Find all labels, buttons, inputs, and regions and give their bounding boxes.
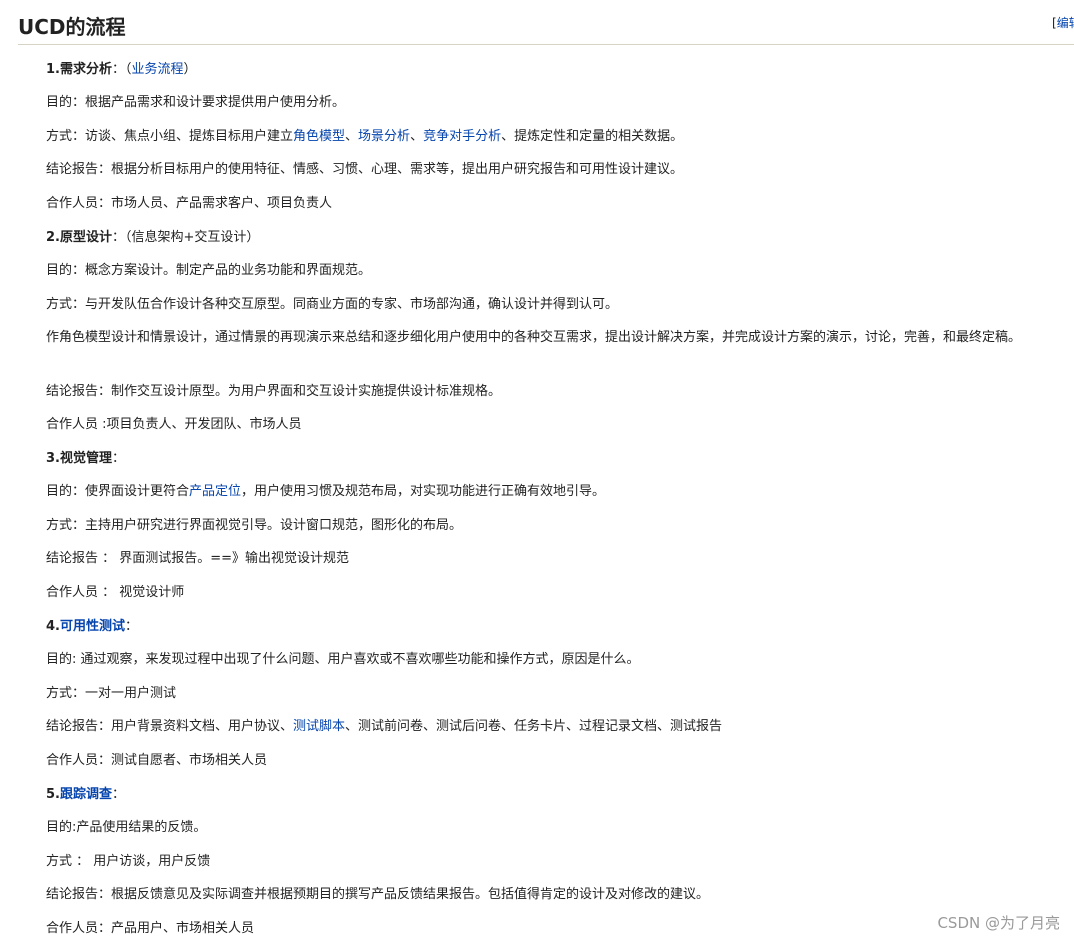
- section-5-report: 结论报告：根据反馈意见及实际调查并根据预期目的撰写产品反馈结果报告。包括值得肯定…: [46, 887, 710, 902]
- section-4-report: 结论报告：用户背景资料文档、用户协议、测试脚本、测试前问卷、测试后问卷、任务卡片…: [46, 719, 723, 734]
- section-1-method: 方式：访谈、焦点小组、提炼目标用户建立角色模型、场景分析、竞争对手分析、提炼定性…: [46, 129, 684, 144]
- section-1-report: 结论报告：根据分析目标用户的使用特征、情感、习惯、心理、需求等，提出用户研究报告…: [46, 162, 684, 177]
- section-4-people: 合作人员：测试自愿者、市场相关人员: [46, 753, 268, 768]
- page-title: UCD的流程: [18, 15, 126, 39]
- competitor-analysis-link[interactable]: 竞争对手分析: [423, 129, 501, 144]
- usability-testing-link[interactable]: 可用性测试: [60, 619, 125, 634]
- section-2-report: 结论报告：制作交互设计原型。为用户界面和交互设计实施提供设计标准规格。: [46, 384, 502, 399]
- section-2-purpose: 目的：概念方案设计。制定产品的业务功能和界面规范。: [46, 263, 372, 278]
- csdn-watermark: CSDN @为了月亮: [937, 914, 1060, 932]
- business-process-link[interactable]: 业务流程: [132, 62, 184, 77]
- section-5-people: 合作人员：产品用户、市场相关人员: [46, 921, 255, 936]
- section-1-people: 合作人员：市场人员、产品需求客户、项目负责人: [46, 196, 333, 211]
- section-3-purpose: 目的：使界面设计更符合产品定位，用户使用习惯及规范布局，对实现功能进行正确有效地…: [46, 484, 606, 499]
- section-2-people: 合作人员 :项目负责人、开发团队、市场人员: [46, 417, 302, 432]
- section-3-report: 结论报告 ： 界面测试报告。==》输出视觉设计规范: [46, 551, 350, 566]
- section-1-title: 1.需求分析：（业务流程）: [46, 62, 197, 77]
- section-4-method: 方式：一对一用户测试: [46, 686, 177, 701]
- section-1-purpose: 目的：根据产品需求和设计要求提供用户使用分析。: [46, 95, 346, 110]
- scenario-analysis-link[interactable]: 场景分析: [358, 129, 410, 144]
- test-script-link[interactable]: 测试脚本: [293, 719, 345, 734]
- section-header: UCD的流程 [编辑]: [18, 12, 1074, 45]
- section-2-title: 2.原型设计：（信息架构+交互设计）: [46, 230, 260, 245]
- section-5-method: 方式 ： 用户访谈，用户反馈: [46, 854, 211, 869]
- section-3-method: 方式：主持用户研究进行界面视觉引导。设计窗口规范，图形化的布局。: [46, 518, 463, 533]
- edit-link[interactable]: [编辑]: [1052, 14, 1074, 31]
- product-positioning-link[interactable]: 产品定位: [189, 484, 241, 499]
- section-4-title: 4.可用性测试：: [46, 619, 139, 634]
- section-5-title: 5.跟踪调查：: [46, 787, 126, 802]
- section-2-method: 方式：与开发队伍合作设计各种交互原型。同商业方面的专家、市场部沟通，确认设计并得…: [46, 297, 619, 312]
- section-2-detail: 作角色模型设计和情景设计，通过情景的再现演示来总结和逐步细化用户使用中的各种交互…: [46, 330, 1022, 345]
- follow-up-survey-link[interactable]: 跟踪调查: [60, 787, 112, 802]
- section-5-purpose: 目的:产品使用结果的反馈。: [46, 820, 207, 835]
- section-4-purpose: 目的: 通过观察，来发现过程中出现了什么问题、用户喜欢或不喜欢哪些功能和操作方式…: [46, 652, 640, 667]
- section-3-title: 3.视觉管理：: [46, 451, 126, 466]
- role-model-link[interactable]: 角色模型: [293, 129, 345, 144]
- section-3-people: 合作人员 ： 视觉设计师: [46, 585, 185, 600]
